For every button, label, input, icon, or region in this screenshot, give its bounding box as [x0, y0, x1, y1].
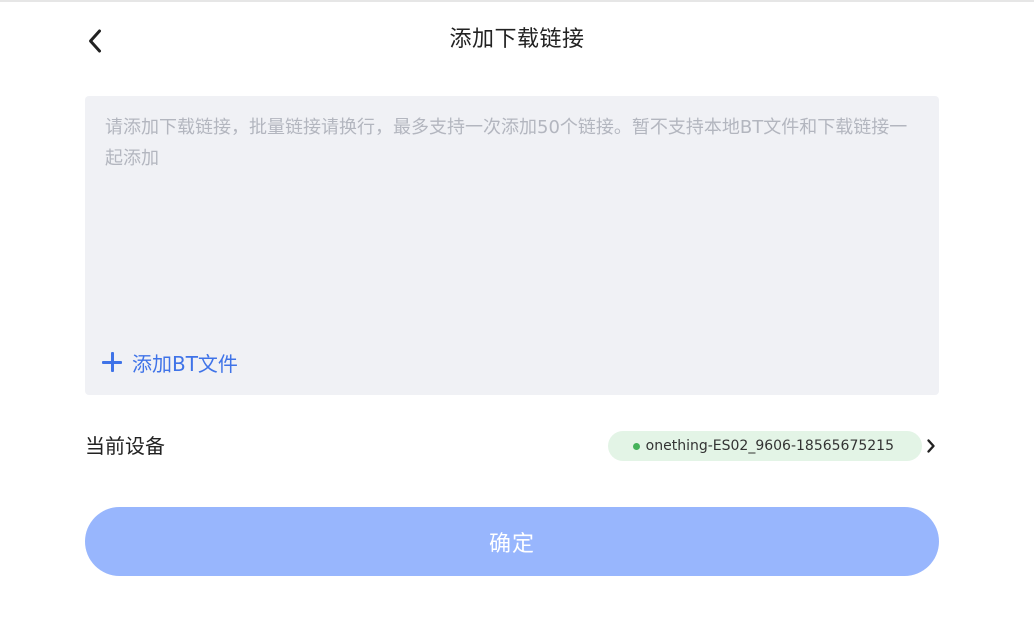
page-title: 添加下载链接: [449, 27, 585, 52]
device-name: onething-ES02_9606-18565675215: [645, 438, 894, 454]
confirm-button[interactable]: 确定: [85, 507, 939, 576]
download-link-input[interactable]: [105, 112, 917, 322]
header: 添加下载链接: [0, 2, 1034, 80]
device-pill[interactable]: onething-ES02_9606-18565675215: [607, 431, 922, 461]
confirm-button-label: 确定: [488, 530, 535, 556]
device-selector[interactable]: onething-ES02_9606-18565675215: [607, 431, 939, 461]
add-bt-file-button[interactable]: 添加BT文件: [101, 345, 238, 379]
chevron-right-icon[interactable]: [923, 436, 939, 456]
link-input-container: 添加BT文件: [85, 96, 939, 395]
online-status-dot: [632, 442, 640, 450]
plus-icon: [101, 351, 123, 373]
add-download-link-page: 添加下载链接 添加BT文件 当前设备 onething-ES02_9606-18…: [0, 0, 1034, 644]
current-device-label: 当前设备: [85, 434, 165, 458]
current-device-row: 当前设备 onething-ES02_9606-18565675215: [85, 426, 939, 466]
add-bt-file-label: 添加BT文件: [132, 351, 238, 376]
